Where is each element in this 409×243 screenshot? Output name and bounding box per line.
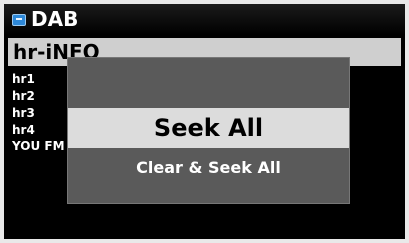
screen-title: DAB — [31, 7, 79, 31]
seek-all-label: Seek All — [153, 114, 264, 142]
seek-all-option[interactable]: Seek All — [68, 108, 349, 148]
station-item[interactable]: hr3 — [12, 106, 35, 120]
station-item[interactable]: hr4 — [12, 123, 35, 137]
station-item[interactable]: hr1 — [12, 72, 35, 86]
station-item[interactable]: hr2 — [12, 89, 35, 103]
title-bar: DAB — [4, 4, 405, 35]
device-screen: DAB hr-iNFO hr1 hr2 hr3 hr4 YOU FM Seek … — [4, 4, 405, 239]
clear-seek-all-label: Clear & Seek All — [136, 157, 281, 177]
station-item[interactable]: YOU FM — [12, 139, 65, 153]
dab-radio-icon — [12, 14, 26, 26]
seek-menu-popup: Seek All Clear & Seek All — [67, 57, 350, 204]
clear-seek-all-option[interactable]: Clear & Seek All — [68, 154, 349, 180]
